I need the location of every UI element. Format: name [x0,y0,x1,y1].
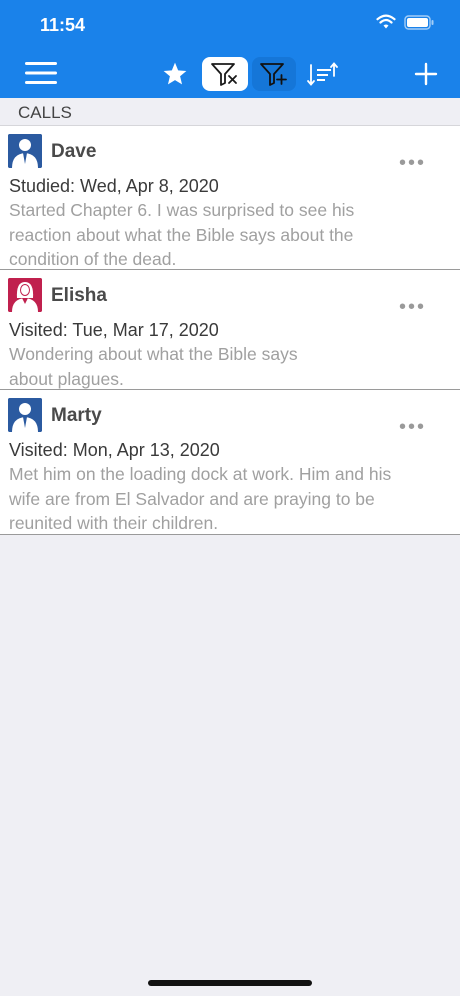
call-row[interactable]: Elisha ••• Visited: Tue, Mar 17, 2020 Wo… [0,270,460,390]
add-filter-button[interactable] [252,57,296,91]
filter-plus-icon [260,63,287,86]
sort-button[interactable] [304,58,340,90]
hamburger-menu-icon [25,62,57,84]
note-line: about plagues. [9,368,124,389]
favorites-button[interactable] [160,58,190,90]
note-line: reaction about what the Bible says about… [9,224,354,245]
contact-name: Elisha [51,285,107,306]
note-line: reunited with their children. [9,513,219,533]
filter-x-icon [211,63,237,86]
home-indicator[interactable] [148,980,312,986]
note-line: Met him on the loading dock at work. Him… [9,464,392,484]
call-row[interactable]: Dave ••• Studied: Wed, Apr 8, 2020 Start… [0,126,460,270]
visit-date: Studied: Wed, Apr 8, 2020 [9,176,219,196]
call-row[interactable]: Marty ••• Visited: Mon, Apr 13, 2020 Met… [0,390,460,535]
contact-name: Dave [51,141,97,162]
contact-name: Marty [51,405,102,426]
call-note: Started Chapter 6. I was surprised to se… [9,198,419,272]
section-header: CALLS [0,98,460,126]
top-bar: 11:54 [0,0,460,98]
menu-button[interactable] [24,58,58,88]
clear-filter-button[interactable] [202,57,248,91]
status-icons [376,14,434,30]
note-line: Wondering about what the Bible says [9,344,298,364]
status-time: 11:54 [40,15,86,35]
section-title: CALLS [18,103,72,122]
more-options-icon[interactable]: ••• [399,296,426,319]
wifi-icon [376,14,396,29]
star-icon [163,62,187,85]
female-avatar-icon [8,278,42,312]
visit-date: Visited: Mon, Apr 13, 2020 [9,440,220,460]
note-line: Started Chapter 6. I was surprised to se… [9,200,355,220]
note-line: wife are from El Salvador and are prayin… [9,488,375,509]
sort-icon [307,62,338,86]
more-options-icon[interactable]: ••• [399,416,426,439]
add-call-button[interactable] [410,58,442,90]
calls-list: Dave ••• Studied: Wed, Apr 8, 2020 Start… [0,126,460,535]
call-note: Met him on the loading dock at work. Him… [9,462,419,536]
note-line: condition of the dead. [9,249,177,269]
plus-icon [414,62,438,86]
battery-icon [404,14,434,30]
visit-date: Visited: Tue, Mar 17, 2020 [9,320,219,340]
male-avatar-icon [8,134,42,168]
more-options-icon[interactable]: ••• [399,152,426,175]
male-avatar-icon [8,398,42,432]
call-note: Wondering about what the Bible says abou… [9,342,419,391]
